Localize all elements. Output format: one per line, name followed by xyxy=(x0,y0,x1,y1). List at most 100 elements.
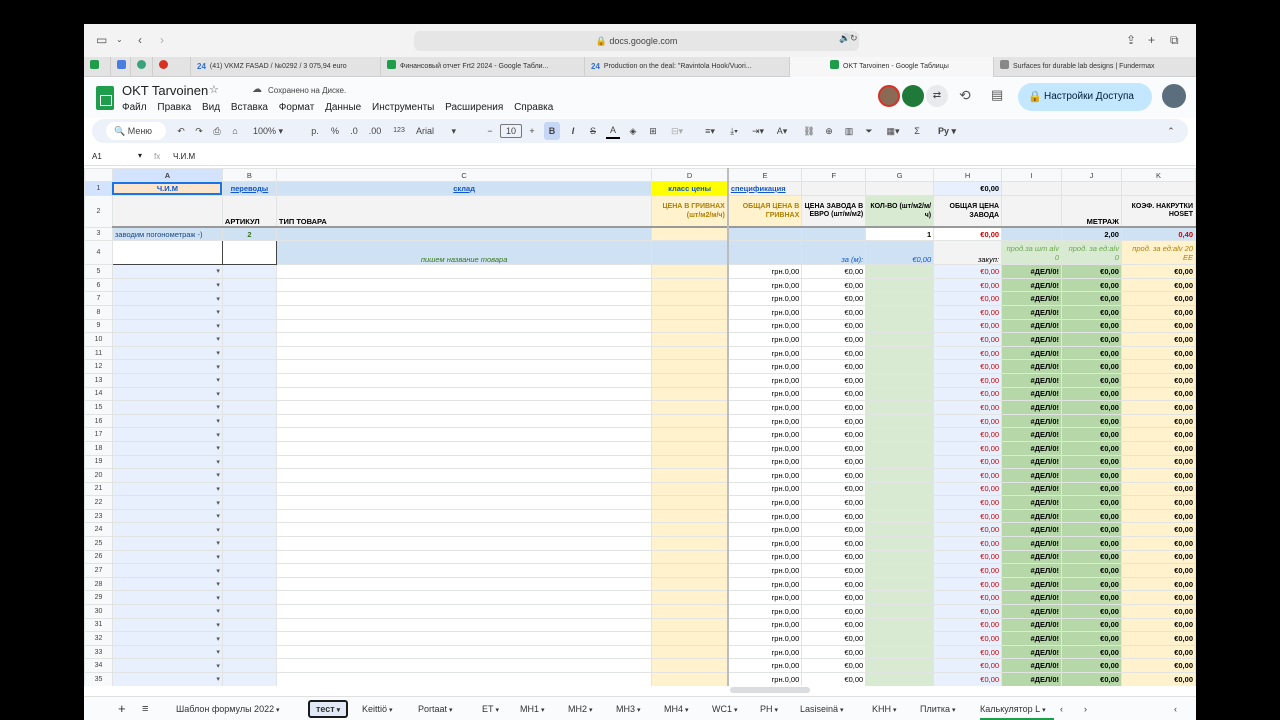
error-cell[interactable]: #ДЕЛ/0! xyxy=(1001,495,1062,510)
dropdown-cell[interactable]: ▾ xyxy=(111,291,223,306)
sheet-tab[interactable]: Шаблон формулы 2022 ▾ xyxy=(176,697,280,720)
cell[interactable] xyxy=(651,672,729,686)
menu-view[interactable]: Вид xyxy=(202,102,220,113)
cell-e4[interactable] xyxy=(727,240,803,266)
chevron-down-icon[interactable]: ▾ xyxy=(216,309,220,316)
align-vertical-icon[interactable]: ⤓▾ xyxy=(724,119,744,143)
cell[interactable] xyxy=(275,549,653,565)
cell[interactable] xyxy=(865,508,935,524)
column-header-i[interactable]: I xyxy=(1001,168,1062,182)
pinned-tab-media[interactable] xyxy=(152,57,190,77)
chevron-down-icon[interactable]: ▾ xyxy=(1040,707,1046,714)
cell[interactable] xyxy=(221,658,277,673)
dropdown-cell[interactable]: ▾ xyxy=(111,644,223,660)
explore-collapse-icon[interactable]: ‹ xyxy=(1174,697,1177,720)
new-tab-icon[interactable]: + xyxy=(1148,33,1155,47)
cell[interactable]: грн.0,00 xyxy=(727,413,803,429)
cell[interactable] xyxy=(275,563,653,578)
cell[interactable]: €0,00 xyxy=(801,372,867,388)
cell[interactable]: €0,00 xyxy=(933,590,1003,606)
cell[interactable] xyxy=(275,359,653,374)
cell-g1[interactable] xyxy=(865,181,935,196)
dropdown-cell[interactable]: ▾ xyxy=(111,658,223,673)
increase-decimal-button[interactable]: .00 xyxy=(366,119,384,143)
cell[interactable] xyxy=(275,631,653,646)
chevron-down-icon[interactable]: ▾ xyxy=(387,707,393,714)
percent-format-button[interactable]: % xyxy=(328,119,342,143)
cell[interactable] xyxy=(275,413,653,429)
cell-d2[interactable]: ЦЕНА В ГРИВНАХ (шт/м2/м/ч) xyxy=(651,194,729,228)
cell[interactable] xyxy=(865,644,935,660)
chevron-down-icon[interactable]: ▾ xyxy=(216,350,220,357)
chevron-down-icon[interactable]: ▾ xyxy=(216,268,220,275)
cell[interactable] xyxy=(865,291,935,306)
cell[interactable]: €0,00 xyxy=(801,318,867,334)
cell[interactable]: €0,00 xyxy=(1120,576,1196,592)
cell[interactable] xyxy=(865,304,935,320)
undo-icon[interactable]: ↶ xyxy=(174,119,188,143)
cell-c1[interactable]: склад xyxy=(275,181,653,196)
cell[interactable] xyxy=(651,318,729,334)
chevron-down-icon[interactable]: ▾ xyxy=(838,707,844,714)
cell[interactable]: €0,00 xyxy=(801,508,867,524)
chevron-down-icon[interactable]: ▾ xyxy=(216,608,220,615)
cell[interactable] xyxy=(275,440,653,456)
cell[interactable] xyxy=(221,359,277,374)
sheet-tab[interactable]: Keittiö ▾ xyxy=(362,697,392,720)
row-header[interactable]: 4 xyxy=(84,240,113,266)
cell[interactable]: грн.0,00 xyxy=(727,563,803,578)
cell[interactable]: грн.0,00 xyxy=(727,672,803,686)
cell-d1[interactable]: класс цены xyxy=(651,181,729,196)
bold-button[interactable]: B xyxy=(544,122,560,140)
row-header[interactable]: 23 xyxy=(84,508,113,524)
cell[interactable]: €0,00 xyxy=(1120,454,1196,470)
sidebar-icon[interactable]: ▭ xyxy=(96,33,107,47)
cell[interactable]: €0,00 xyxy=(1120,617,1196,633)
cell[interactable]: €0,00 xyxy=(1120,345,1196,361)
cell-i2[interactable] xyxy=(1001,194,1062,228)
sheet-tab[interactable]: WC1 ▾ xyxy=(712,697,737,720)
chevron-down-icon[interactable]: ▾ xyxy=(216,581,220,588)
error-cell[interactable]: #ДЕЛ/0! xyxy=(1001,454,1062,470)
cell[interactable]: €0,00 xyxy=(1120,427,1196,442)
cell[interactable] xyxy=(221,604,277,619)
error-cell[interactable]: #ДЕЛ/0! xyxy=(1001,549,1062,565)
cell-j1[interactable] xyxy=(1061,181,1122,196)
cell[interactable] xyxy=(221,332,277,347)
cell-i4[interactable]: прод.за шт alv 0 xyxy=(1001,240,1062,266)
cell[interactable]: €0,00 xyxy=(1061,563,1122,578)
chevron-down-icon[interactable]: ▾ xyxy=(216,595,220,602)
cell[interactable] xyxy=(275,644,653,660)
address-bar[interactable]: 🔒 docs.google.com xyxy=(414,31,859,51)
cell[interactable] xyxy=(651,359,729,374)
menu-search-input[interactable]: 🔍 Меню xyxy=(106,122,166,140)
cell[interactable] xyxy=(221,508,277,524)
cell[interactable]: €0,00 xyxy=(933,549,1003,565)
cell[interactable]: €0,00 xyxy=(801,549,867,565)
chevron-down-icon[interactable]: ▾ xyxy=(494,707,499,714)
dropdown-cell[interactable]: ▾ xyxy=(111,345,223,361)
dropdown-cell[interactable]: ▾ xyxy=(111,590,223,606)
cell[interactable]: €0,00 xyxy=(1061,440,1122,456)
cell[interactable]: €0,00 xyxy=(801,454,867,470)
all-sheets-icon[interactable]: ≡ xyxy=(142,697,148,720)
dropdown-cell[interactable]: ▾ xyxy=(111,672,223,686)
column-header-d[interactable]: D xyxy=(651,168,729,182)
cloud-icon[interactable]: ☁ xyxy=(252,84,262,95)
cell[interactable] xyxy=(275,264,653,279)
select-all-corner[interactable] xyxy=(84,168,113,182)
row-header[interactable]: 3 xyxy=(84,226,113,242)
cell[interactable] xyxy=(651,454,729,470)
cell[interactable]: €0,00 xyxy=(801,427,867,442)
cell[interactable]: €0,00 xyxy=(933,576,1003,592)
chevron-down-icon[interactable]: ▾ xyxy=(950,707,956,714)
column-header-h[interactable]: H xyxy=(933,168,1003,182)
row-header[interactable]: 31 xyxy=(84,617,113,633)
chevron-down-icon[interactable]: ▾ xyxy=(216,472,220,479)
cell[interactable]: €0,00 xyxy=(1120,291,1196,306)
tab-overview-icon[interactable]: ⧉ xyxy=(1170,33,1179,48)
fill-color-icon[interactable]: ◈ xyxy=(626,119,640,143)
browser-tab-4[interactable]: OKT Tarvoinen - Google Таблицы xyxy=(789,57,993,77)
chevron-down-icon[interactable]: ▾ xyxy=(216,486,220,493)
column-header-e[interactable]: E xyxy=(727,168,803,182)
